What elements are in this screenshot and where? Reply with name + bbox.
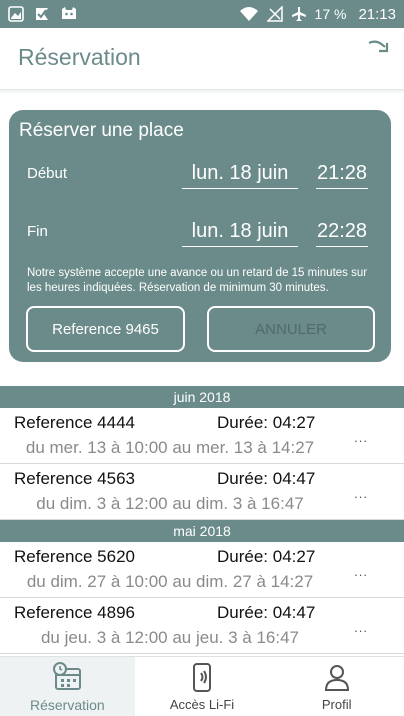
header-divider <box>0 90 404 94</box>
calendar-clock-icon <box>53 662 82 690</box>
refresh-button[interactable] <box>366 36 392 58</box>
cat-icon <box>62 7 76 19</box>
battery-level: 17 % <box>314 6 347 22</box>
reservation-reference: Reference 5620 <box>14 547 135 566</box>
nav-item-lifi[interactable]: Accès Li-Fi <box>135 657 270 716</box>
more-options-button[interactable]: ... <box>354 430 368 445</box>
reservation-duration: Durée: 04:47 <box>217 469 316 488</box>
reservation-range: du dim. 27 à 10:00 au dim. 27 à 14:27 <box>26 572 314 591</box>
more-options-button[interactable]: ... <box>354 564 368 579</box>
reservation-reference: Reference 4444 <box>14 413 135 432</box>
nav-item-profil[interactable]: Profil <box>269 657 404 716</box>
clock: 21:13 <box>358 5 396 23</box>
more-options-button[interactable]: ... <box>354 620 368 635</box>
start-date-field[interactable]: lun. 18 juin <box>182 162 298 189</box>
reference-button[interactable]: Reference 9465 <box>26 306 185 352</box>
check-flag-icon <box>36 8 48 20</box>
nav-label: Réservation <box>29 697 105 713</box>
cancel-button[interactable]: ANNULER <box>207 306 375 352</box>
nav-label: Profil <box>321 697 352 712</box>
reservation-note: Notre système accepte une avance ou un r… <box>27 267 368 294</box>
person-icon <box>324 665 349 691</box>
list-item[interactable]: Reference 5620 Durée: 04:27 du dim. 27 à… <box>0 542 404 598</box>
reservation-duration: Durée: 04:27 <box>217 547 316 566</box>
reservation-duration: Durée: 04:47 <box>217 603 316 622</box>
bottom-nav: Réservation Accès Li-Fi Profil <box>0 656 404 716</box>
status-bar: 17 % 21:13 <box>0 0 404 28</box>
end-label: Fin <box>27 223 48 240</box>
month-header: mai 2018 <box>0 520 404 542</box>
list-item[interactable]: Reference 4896 Durée: 04:47 du jeu. 3 à … <box>0 598 404 654</box>
refresh-arrow-icon <box>368 40 389 53</box>
list-item[interactable]: Reference 4444 Durée: 04:27 du mer. 13 à… <box>0 408 404 464</box>
image-icon <box>8 6 24 22</box>
nav-label: Accès Li-Fi <box>169 697 235 712</box>
start-label: Début <box>27 165 68 182</box>
reservation-reference: Reference 4896 <box>14 603 135 622</box>
phone-signal-icon <box>193 663 211 692</box>
card-title: Réserver une place <box>19 120 184 141</box>
list-item[interactable]: Reference 4563 Durée: 04:47 du dim. 3 à … <box>0 464 404 520</box>
end-date-field[interactable]: lun. 18 juin <box>182 220 298 247</box>
end-time-field[interactable]: 22:28 <box>316 220 368 247</box>
month-header: juin 2018 <box>0 386 404 408</box>
reservation-reference: Reference 4563 <box>14 469 135 488</box>
reservation-range: du mer. 13 à 10:00 au mer. 13 à 14:27 <box>25 438 315 457</box>
reserve-card: Réserver une place Début lun. 18 juin 21… <box>9 110 391 362</box>
page-title: Réservation <box>18 44 141 70</box>
more-options-button[interactable]: ... <box>354 486 368 501</box>
reservation-range: du jeu. 3 à 12:00 au jeu. 3 à 16:47 <box>40 628 300 647</box>
wifi-icon <box>239 7 258 21</box>
reservation-list: juin 2018 Reference 4444 Durée: 04:27 du… <box>0 386 404 654</box>
reservation-range: du dim. 3 à 12:00 au dim. 3 à 16:47 <box>36 494 304 513</box>
no-signal-icon <box>266 6 283 22</box>
reservation-duration: Durée: 04:27 <box>217 413 316 432</box>
app-header: Réservation <box>0 28 404 90</box>
nav-item-reservation[interactable]: Réservation <box>0 657 135 716</box>
airplane-icon <box>291 7 306 21</box>
start-time-field[interactable]: 21:28 <box>316 162 368 189</box>
